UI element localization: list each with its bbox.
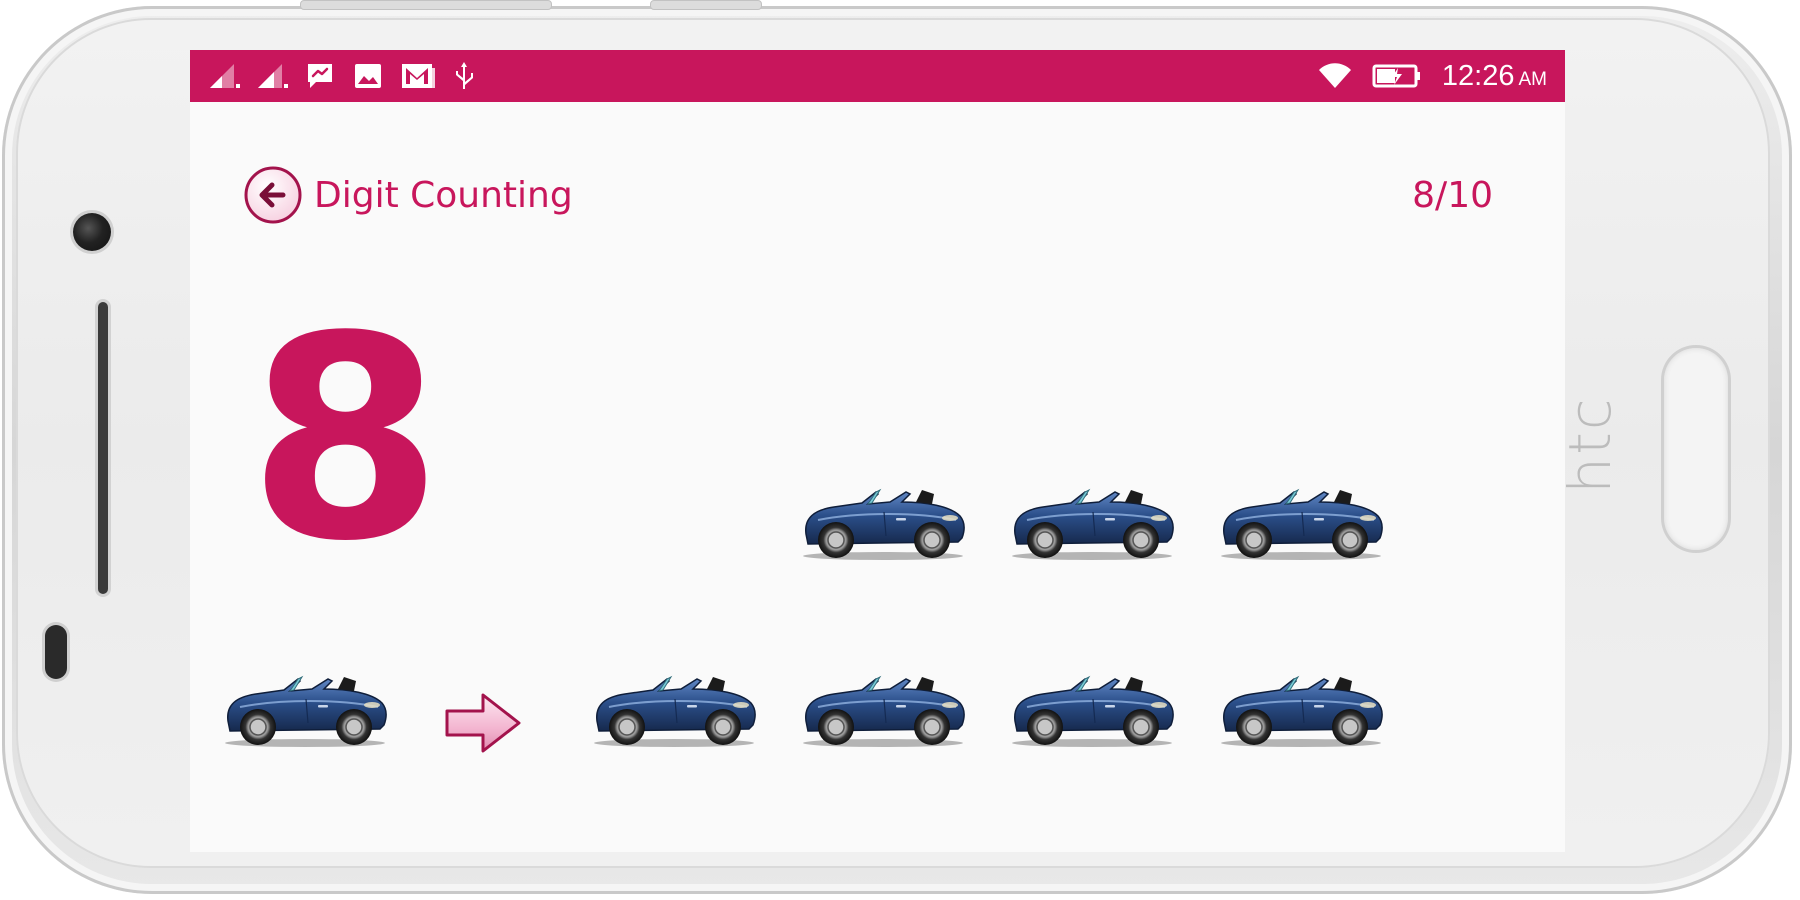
car-icon bbox=[1007, 468, 1177, 563]
back-arrow-icon bbox=[244, 166, 302, 224]
brand-logo: htc bbox=[1556, 396, 1624, 494]
car-icon bbox=[1216, 655, 1386, 750]
system-status-icons: 12:26 AM bbox=[1318, 50, 1547, 102]
volume-button bbox=[300, 0, 552, 10]
car-icon bbox=[798, 655, 968, 750]
device-stage: htc 12:26 AM Digit Counting 8/10 8 bbox=[0, 0, 1800, 900]
car-icon bbox=[589, 655, 759, 750]
car-icon bbox=[798, 468, 968, 563]
wifi-icon bbox=[1318, 63, 1351, 88]
next-arrow-icon bbox=[445, 693, 521, 753]
example-car-icon bbox=[220, 655, 390, 750]
usb-icon bbox=[456, 62, 473, 89]
next-button[interactable] bbox=[443, 683, 523, 763]
status-bar: 12:26 AM bbox=[190, 50, 1565, 102]
car-icon bbox=[1216, 468, 1386, 563]
power-button bbox=[650, 0, 762, 10]
notification-icons bbox=[208, 50, 476, 102]
speaker-grille bbox=[98, 302, 108, 594]
progress-counter: 8/10 bbox=[1412, 175, 1493, 216]
page-title: Digit Counting bbox=[314, 175, 573, 216]
proximity-sensor bbox=[45, 625, 67, 679]
messenger-icon bbox=[308, 64, 332, 88]
home-button[interactable] bbox=[1664, 348, 1728, 550]
signal-icon bbox=[258, 64, 288, 88]
car-icon bbox=[1007, 655, 1177, 750]
front-camera-icon bbox=[73, 213, 111, 251]
battery-charging-icon bbox=[1372, 64, 1420, 88]
gmail-icon bbox=[402, 64, 435, 88]
signal-icon bbox=[210, 64, 240, 88]
target-digit: 8 bbox=[248, 277, 443, 603]
app-screen: 12:26 AM Digit Counting 8/10 8 bbox=[190, 50, 1565, 852]
status-clock: 12:26 AM bbox=[1441, 59, 1547, 92]
back-button[interactable] bbox=[243, 165, 303, 225]
gallery-icon bbox=[355, 64, 381, 88]
